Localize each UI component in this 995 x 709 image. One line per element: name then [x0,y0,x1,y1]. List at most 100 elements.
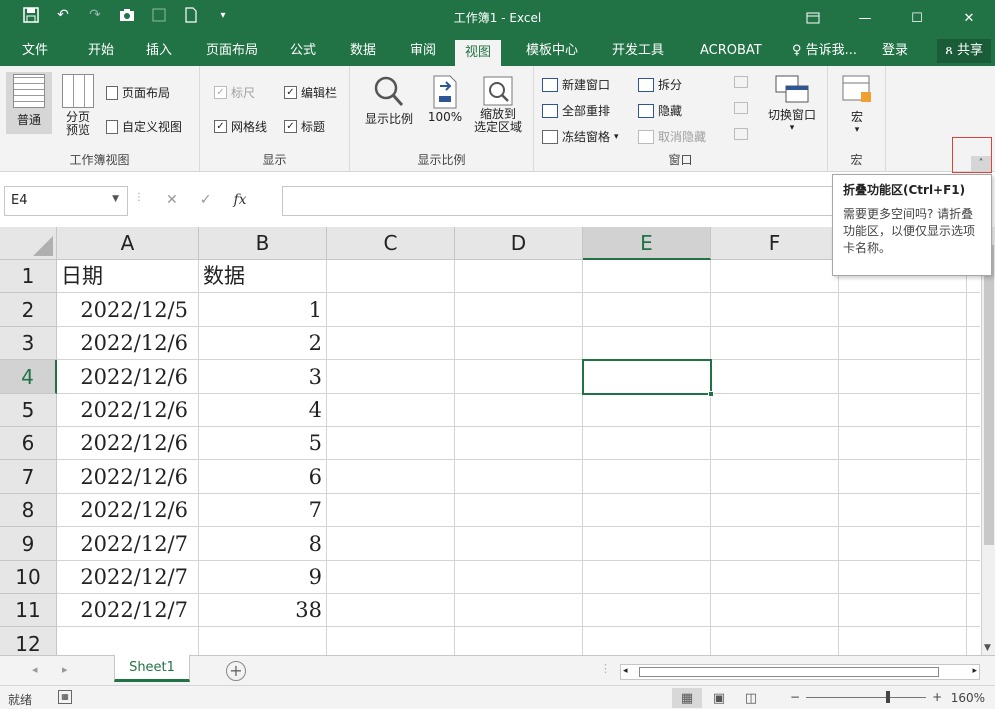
cell-c10[interactable] [327,561,455,594]
freeze-panes-button[interactable]: 冻结窗格 ▾ [542,128,619,145]
cell-h7[interactable] [967,460,980,494]
gridlines-checkbox[interactable]: ✓ 网格线 [214,118,267,135]
horizontal-scroll-thumb[interactable] [639,667,939,677]
row-header-2[interactable]: 2 [0,293,57,327]
unhide-button[interactable]: 取消隐藏 [638,128,706,145]
hide-button[interactable]: 隐藏 [638,102,682,119]
cell-h8[interactable] [967,494,980,527]
cell-a10[interactable]: 2022/12/7 [57,561,199,594]
cell-a3[interactable]: 2022/12/6 [57,327,199,360]
zoom-button[interactable]: 显示比例 [362,74,416,127]
zoom-to-selection-button[interactable]: 缩放到 选定区域 [470,74,526,134]
cell-a6[interactable]: 2022/12/6 [57,427,199,460]
macros-button[interactable]: 宏 ▾ [838,74,876,135]
tell-me-search[interactable]: ♀ 告诉我... [782,36,867,66]
custom-views-button[interactable]: 自定义视图 [106,118,182,135]
cancel-icon[interactable]: ✕ [166,192,178,208]
view-side-by-side-icon[interactable] [734,76,748,88]
cell-d3[interactable] [455,327,583,360]
cell-a9[interactable]: 2022/12/7 [57,527,199,561]
row-header-1[interactable]: 1 [0,260,57,293]
cell-g5[interactable] [839,394,967,427]
vertical-scrollbar[interactable]: ▼ [981,227,995,655]
cell-b1[interactable]: 数据 [199,260,327,293]
cell-b7[interactable]: 6 [199,460,327,494]
row-header-7[interactable]: 7 [0,460,57,494]
cell-g8[interactable] [839,494,967,527]
row-header-8[interactable]: 8 [0,494,57,527]
cell-f8[interactable] [711,494,839,527]
split-button[interactable]: 拆分 [638,76,682,93]
cell-h4[interactable] [967,360,980,394]
cell-e9[interactable] [583,527,711,561]
sync-scroll-icon[interactable] [734,102,748,114]
headings-checkbox[interactable]: ✓ 标题 [284,118,325,135]
cell-b4[interactable]: 3 [199,360,327,394]
normal-view-button[interactable]: 普通 [6,72,52,134]
cell-e10[interactable] [583,561,711,594]
tab-page-layout[interactable]: 页面布局 [196,36,268,66]
column-header-b[interactable]: B [199,227,327,260]
row-header-3[interactable]: 3 [0,327,57,360]
active-cell-e4[interactable] [582,359,714,397]
sheet-prev-icon[interactable]: ◂ [32,663,38,676]
formula-bar-checkbox[interactable]: ✓ 编辑栏 [284,84,337,101]
cell-e11[interactable] [583,594,711,627]
cell-g9[interactable] [839,527,967,561]
cell-f4[interactable] [711,360,839,394]
zoom-level[interactable]: 160% [951,691,985,705]
reset-position-icon[interactable] [734,128,748,140]
page-layout-view-icon[interactable]: ▣ [704,688,734,708]
formula-input[interactable] [282,186,842,216]
row-header-10[interactable]: 10 [0,561,57,594]
cell-d2[interactable] [455,293,583,327]
cell-e3[interactable] [583,327,711,360]
cell-d8[interactable] [455,494,583,527]
cell-f7[interactable] [711,460,839,494]
cell-f11[interactable] [711,594,839,627]
horizontal-scrollbar[interactable]: ◂ ▸ [620,664,980,680]
cell-h6[interactable] [967,427,980,460]
zoom-out-icon[interactable]: − [790,690,800,704]
cell-f3[interactable] [711,327,839,360]
close-icon[interactable]: ✕ [943,0,995,36]
cell-e1[interactable] [583,260,711,293]
cell-e8[interactable] [583,494,711,527]
cell-g12[interactable] [839,627,967,655]
macro-record-icon[interactable]: ▦ [58,690,72,704]
cell-g3[interactable] [839,327,967,360]
login-link[interactable]: 登录 [872,36,918,66]
arrange-all-button[interactable]: 全部重排 [542,102,610,119]
cell-c11[interactable] [327,594,455,627]
cell-b12[interactable] [199,627,327,655]
cell-a5[interactable]: 2022/12/6 [57,394,199,427]
zoom-slider-knob[interactable] [886,690,891,703]
row-header-6[interactable]: 6 [0,427,57,460]
tab-acrobat[interactable]: ACROBAT [690,36,772,66]
cell-b8[interactable]: 7 [199,494,327,527]
row-header-5[interactable]: 5 [0,394,57,427]
cell-b9[interactable]: 8 [199,527,327,561]
cell-f5[interactable] [711,394,839,427]
cell-c8[interactable] [327,494,455,527]
cell-h2[interactable] [967,293,980,327]
cell-h12[interactable] [967,627,980,655]
cell-e5[interactable] [583,394,711,427]
split-handle-icon[interactable]: ⋮ [600,662,611,675]
tab-data[interactable]: 数据 [340,36,386,66]
tab-review[interactable]: 审阅 [400,36,446,66]
tab-file[interactable]: 文件 [12,36,58,66]
cell-d9[interactable] [455,527,583,561]
column-header-f[interactable]: F [711,227,839,260]
maximize-icon[interactable]: ☐ [891,0,943,36]
cell-a12[interactable] [57,627,199,655]
tab-formulas[interactable]: 公式 [280,36,326,66]
enter-icon[interactable]: ✓ [200,192,212,208]
cell-h9[interactable] [967,527,980,561]
cell-d6[interactable] [455,427,583,460]
cell-d7[interactable] [455,460,583,494]
share-button[interactable]: ጸ 共享 [937,39,991,63]
page-layout-button[interactable]: 页面布局 [106,84,170,101]
cell-d10[interactable] [455,561,583,594]
scroll-right-icon[interactable]: ▸ [972,666,977,676]
